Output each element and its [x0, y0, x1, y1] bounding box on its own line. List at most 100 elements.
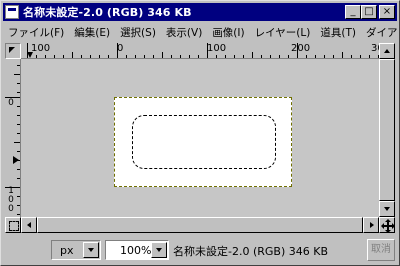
vertical-ruler[interactable]: 0 100: [5, 59, 21, 217]
menu-image[interactable]: 画像(I): [207, 25, 249, 40]
ruler-tick: [315, 55, 316, 58]
menu-file[interactable]: ファイル(F): [3, 25, 69, 40]
ruler-tick: [14, 142, 20, 143]
ruler-tick: [17, 178, 20, 179]
zoom-select[interactable]: 100%: [105, 240, 169, 260]
ruler-tick: [45, 55, 46, 58]
ruler-tick: [369, 55, 370, 58]
unit-select[interactable]: px: [51, 240, 101, 260]
scroll-up-button[interactable]: [379, 43, 395, 59]
unit-dropdown-button[interactable]: [83, 242, 99, 258]
ruler-tick: [17, 151, 20, 152]
ruler-tick: [180, 55, 181, 58]
ruler-tick: [288, 55, 289, 58]
menu-dialogs[interactable]: ダイアロ: [361, 25, 397, 40]
ruler-tick: [17, 92, 20, 93]
ruler-tick: [17, 83, 20, 84]
ruler-tick: [5, 97, 20, 98]
ruler-tick: [17, 124, 20, 125]
ruler-tick: [171, 55, 172, 58]
menu-edit[interactable]: 編集(E): [69, 25, 115, 40]
menu-triangle-icon[interactable]: [5, 43, 21, 59]
ruler-tick: [252, 52, 253, 58]
ruler-tick: [5, 187, 20, 188]
status-bar: px 100% 名称未設定-2.0 (RGB) 346 KB 取消: [3, 237, 397, 263]
canvas-area[interactable]: [21, 59, 379, 217]
arrow-down-icon: [384, 207, 390, 211]
menu-bar: ファイル(F) 編集(E) 選択(S) 表示(V) 画像(I) レイヤー(L) …: [3, 23, 397, 41]
ruler-tick: [17, 106, 20, 107]
hruler-label: 100: [207, 43, 227, 54]
ruler-tick: [243, 55, 244, 58]
ruler-tick: [234, 55, 235, 58]
ruler-tick: [198, 55, 199, 58]
ruler-tick: [17, 133, 20, 134]
ruler-tick: [207, 43, 208, 58]
ruler-tick: [17, 196, 20, 197]
scroll-down-button[interactable]: [379, 201, 395, 217]
ruler-tick: [99, 55, 100, 58]
menu-view[interactable]: 表示(V): [161, 25, 207, 40]
horizontal-scroll-thumb[interactable]: [37, 217, 363, 233]
unit-value: px: [60, 244, 74, 257]
hruler-label: 200: [291, 43, 311, 54]
ruler-tick: [270, 55, 271, 58]
ruler-tick: [126, 55, 127, 58]
ruler-tick: [135, 55, 136, 58]
ruler-tick: [72, 52, 73, 58]
ruler-tick: [90, 55, 91, 58]
menu-tools[interactable]: 道具(T): [315, 25, 361, 40]
menu-layer[interactable]: レイヤー(L): [250, 25, 316, 40]
ruler-tick: [360, 55, 361, 58]
arrow-up-icon: [384, 49, 390, 53]
minimize-button[interactable]: _: [345, 5, 361, 19]
zoom-dropdown-button[interactable]: [151, 242, 167, 258]
image-window-icon[interactable]: [5, 5, 19, 19]
ruler-tick: [306, 55, 307, 58]
window-title: 名称未設定-2.0 (RGB) 346 KB: [23, 6, 192, 19]
ruler-tick: [162, 52, 163, 58]
ruler-tick: [36, 55, 37, 58]
horizontal-ruler[interactable]: 100 0 100 200 300: [21, 43, 379, 59]
ruler-tick: [351, 55, 352, 58]
vertical-scrollbar[interactable]: [379, 43, 395, 217]
quick-mask-icon[interactable]: [5, 217, 21, 233]
image-canvas[interactable]: [114, 97, 292, 187]
ruler-tick: [144, 55, 145, 58]
arrow-left-icon: [27, 222, 31, 228]
ruler-tick: [279, 55, 280, 58]
hruler-label: 100: [31, 43, 51, 54]
vruler-label: 100: [8, 186, 14, 214]
ruler-tick: [324, 55, 325, 58]
ruler-tick: [225, 55, 226, 58]
menu-select[interactable]: 選択(S): [115, 25, 161, 40]
horizontal-scrollbar[interactable]: [21, 217, 379, 233]
ruler-tick: [17, 169, 20, 170]
zoom-value: 100%: [120, 244, 152, 257]
ruler-tick: [17, 65, 20, 66]
ruler-tick: [63, 55, 64, 58]
ruler-tick: [297, 43, 298, 58]
ruler-tick: [216, 55, 217, 58]
close-button[interactable]: ×: [379, 5, 395, 19]
scroll-right-button[interactable]: [363, 217, 379, 233]
ruler-tick: [27, 43, 28, 58]
ruler-tick: [153, 55, 154, 58]
arrow-right-icon: [370, 222, 374, 228]
ruler-tick: [189, 55, 190, 58]
image-window: 名称未設定-2.0 (RGB) 346 KB _ □ × ファイル(F) 編集(…: [0, 0, 400, 266]
ruler-tick: [108, 55, 109, 58]
navigate-cross-icon[interactable]: [379, 217, 395, 233]
rounded-selection[interactable]: [132, 115, 276, 169]
vertical-scroll-thumb[interactable]: [379, 59, 395, 201]
title-bar[interactable]: 名称未設定-2.0 (RGB) 346 KB _ □ ×: [3, 3, 397, 21]
ruler-tick: [261, 55, 262, 58]
hruler-label: 300: [371, 43, 379, 54]
ruler-tick: [17, 214, 20, 215]
cancel-button[interactable]: 取消: [367, 239, 395, 261]
chevron-down-icon: [88, 248, 94, 252]
scroll-left-button[interactable]: [21, 217, 37, 233]
ruler-tick: [117, 43, 118, 58]
chevron-down-icon: [156, 248, 162, 252]
maximize-button[interactable]: □: [361, 5, 377, 19]
